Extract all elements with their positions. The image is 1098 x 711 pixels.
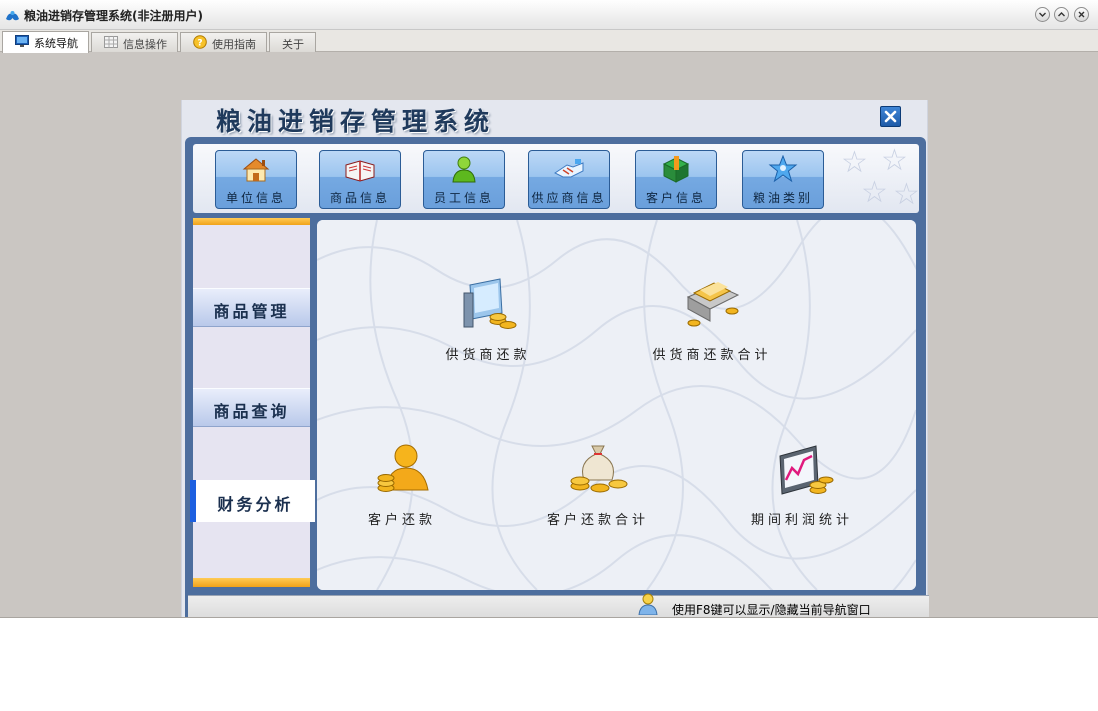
tab-system-navigation[interactable]: 系统导航 (2, 31, 89, 53)
grid-icon (104, 36, 118, 48)
function-supplier-repayment[interactable]: 供货商还款 (413, 277, 563, 367)
svg-text:?: ? (197, 39, 202, 49)
toolbar-button-grain-category[interactable]: 粮油类别 (742, 150, 824, 209)
window-title: 粮油进销存管理系统(非注册用户) (24, 9, 203, 23)
function-customer-repayment[interactable]: 客户还款 (327, 442, 477, 532)
toolbar: ☆ ☆ ☆ ☆ 单位信息 商品信息 员工信息 供应商信息 客户信息 粮油类别 (193, 144, 919, 213)
tab-user-guide[interactable]: ? 使用指南 (180, 32, 267, 52)
house-icon (242, 158, 270, 182)
function-supplier-repayment-total[interactable]: 供货商还款合计 (637, 277, 787, 367)
status-bar: 使用F8键可以显示/隐藏当前导航窗口 (188, 593, 929, 617)
money-boxes-icon (686, 282, 740, 327)
background-pattern (317, 220, 916, 590)
sidebar-item-product-management[interactable]: 商品管理 (193, 288, 310, 327)
monitor-icon (15, 35, 29, 47)
toolbar-button-customer-info[interactable]: 客户信息 (635, 150, 717, 209)
panel-frame: ☆ ☆ ☆ ☆ 单位信息 商品信息 员工信息 供应商信息 客户信息 粮油类别 商… (185, 137, 929, 617)
app-window: 粮油进销存管理系统(非注册用户) 系统导航 信息操作 ? 使用指南 关于 粮油进… (0, 0, 1098, 618)
moneybag-coins-icon (570, 445, 628, 493)
help-icon: ? (193, 35, 207, 49)
app-logo-icon (6, 11, 19, 21)
tab-about[interactable]: 关于 (269, 32, 316, 52)
function-customer-repayment-total[interactable]: 客户还款合计 (523, 442, 673, 532)
book-icon (345, 160, 375, 182)
star-decoration-icon: ☆ (881, 144, 908, 178)
tab-bar: 系统导航 信息操作 ? 使用指南 关于 (0, 30, 1098, 53)
status-hint: 使用F8键可以显示/隐藏当前导航窗口 (672, 603, 871, 617)
maximize-button[interactable] (1054, 7, 1069, 22)
toolbar-button-supplier-info[interactable]: 供应商信息 (528, 150, 610, 209)
panel-close-button[interactable] (880, 106, 901, 127)
cube-icon (662, 156, 690, 183)
sidebar-bottom-band (193, 578, 310, 587)
title-bar: 粮油进销存管理系统(非注册用户) (0, 0, 1098, 30)
sidebar: 商品管理 商品查询 财务分析 (190, 218, 315, 587)
chart-coins-icon (779, 445, 834, 495)
star-decoration-icon: ☆ (861, 175, 888, 210)
toolbar-button-product-info[interactable]: 商品信息 (319, 150, 401, 209)
star-decoration-icon: ☆ (841, 145, 868, 180)
tab-info-operation[interactable]: 信息操作 (91, 32, 178, 52)
sidebar-item-financial-analysis[interactable]: 财务分析 (190, 480, 315, 522)
sidebar-top-band (193, 218, 310, 225)
panel-title: 粮油进销存管理系统 (216, 107, 496, 136)
toolbar-button-unit-info[interactable]: 单位信息 (215, 150, 297, 209)
close-window-button[interactable] (1074, 7, 1089, 22)
person-icon (452, 156, 476, 183)
handshake-icon (554, 159, 584, 178)
sidebar-item-product-query[interactable]: 商品查询 (193, 388, 310, 427)
chevron-up-icon (1058, 12, 1065, 17)
star-person-icon (768, 155, 798, 183)
helper-person-icon (638, 593, 658, 615)
star-decoration-icon: ☆ (893, 177, 919, 212)
close-x-icon (1078, 11, 1085, 18)
navigation-panel: 粮油进销存管理系统 ☆ ☆ ☆ ☆ 单位信息 商品信息 员工信息 供应商信息 客… (181, 100, 929, 617)
chevron-down-icon (1039, 12, 1046, 17)
computer-coins-icon (463, 278, 517, 329)
function-area: 供货商还款 供货商还款合计 客户还款 客户还款合计 期间利润统计 (317, 220, 916, 590)
minimize-button[interactable] (1035, 7, 1050, 22)
close-icon (884, 110, 897, 123)
toolbar-button-staff-info[interactable]: 员工信息 (423, 150, 505, 209)
function-period-profit-statistics[interactable]: 期间利润统计 (727, 442, 877, 532)
person-coins-icon (377, 444, 429, 492)
